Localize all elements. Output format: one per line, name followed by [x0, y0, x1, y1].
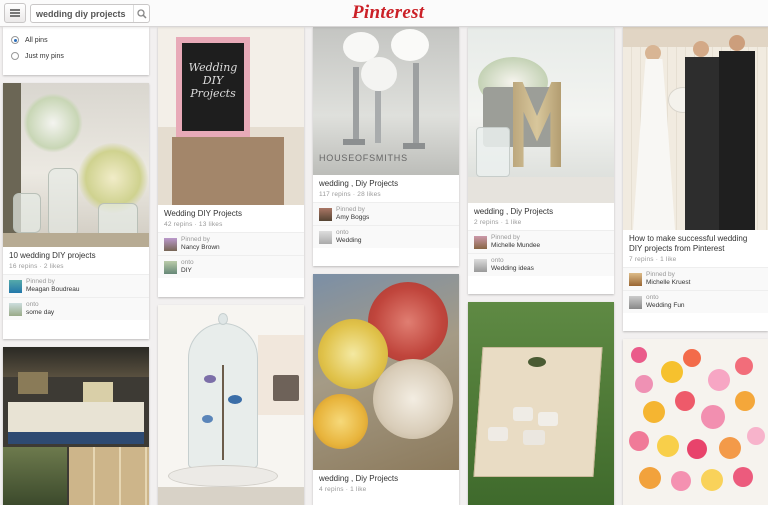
pinned-by[interactable]: Pinned by Michelle Kruest	[623, 267, 768, 290]
board-name[interactable]: some day	[26, 309, 54, 317]
pin-image[interactable]	[158, 305, 304, 505]
pin-caption: wedding , Diy Projects	[474, 207, 554, 216]
board-thumbnail[interactable]	[474, 258, 487, 272]
pin-image[interactable]	[313, 274, 459, 470]
search-input[interactable]: wedding diy projects	[31, 9, 133, 19]
pinner-name[interactable]: Meagan Boudreau	[26, 286, 80, 294]
attr-label: onto	[336, 229, 349, 236]
pin-card[interactable]	[3, 347, 149, 505]
pin-image[interactable]: Wedding DIY Projects	[158, 27, 304, 205]
pin-caption: wedding , Diy Projects	[319, 474, 399, 483]
pinned-onto[interactable]: onto some day	[3, 297, 149, 320]
attr-label: Pinned by	[646, 271, 675, 278]
pin-card[interactable]: wedding , Diy Projects 2 repins · 1 like…	[468, 27, 614, 294]
top-bar: wedding diy projects Pinterest	[0, 0, 768, 27]
attr-label: onto	[646, 294, 659, 301]
pin-stats: 4 repins · 1 like	[319, 486, 367, 493]
chalkboard-sign: Wedding DIY Projects	[176, 37, 250, 137]
attr-label: Pinned by	[26, 278, 55, 285]
chalkboard-text: Wedding DIY Projects	[182, 43, 244, 131]
board-name[interactable]: DIY	[181, 267, 194, 275]
board-name[interactable]: Wedding ideas	[491, 265, 534, 273]
pin-stats: 16 repins · 2 likes	[9, 263, 64, 270]
pinned-onto[interactable]: onto Wedding Fun	[623, 290, 768, 313]
pinterest-logo[interactable]: Pinterest	[352, 2, 424, 24]
attr-label: onto	[181, 259, 194, 266]
filter-label: All pins	[25, 36, 48, 44]
avatar[interactable]	[474, 235, 487, 249]
pin-caption: Wedding DIY Projects	[164, 209, 242, 218]
pin-stats: 2 repins · 1 like	[474, 219, 522, 226]
radio-unselected-icon[interactable]	[11, 52, 19, 60]
search-icon[interactable]	[133, 5, 149, 22]
pin-card[interactable]	[468, 302, 614, 505]
pin-card[interactable]	[623, 339, 768, 505]
filter-panel: All pins Just my pins	[3, 27, 149, 75]
board-name[interactable]: Wedding	[336, 237, 362, 245]
board-name[interactable]: Wedding Fun	[646, 302, 685, 310]
pin-card[interactable]: How to make successful wedding DIY proje…	[623, 27, 768, 331]
avatar[interactable]	[164, 237, 177, 251]
pinned-onto[interactable]: onto Wedding	[313, 225, 459, 248]
pinned-onto[interactable]: onto DIY	[158, 255, 304, 278]
pinned-onto[interactable]: onto Wedding ideas	[468, 253, 614, 276]
pin-card[interactable]: HOUSEOFSMITHS wedding , Diy Projects 117…	[313, 27, 459, 266]
attr-label: onto	[491, 257, 504, 264]
pinned-by[interactable]: Pinned by Amy Boggs	[313, 202, 459, 225]
pin-stats: 117 repins · 28 likes	[319, 191, 381, 198]
attr-label: Pinned by	[336, 206, 365, 213]
watermark-text: HOUSEOFSMITHS	[319, 153, 408, 163]
pin-caption: 10 wedding DIY projects	[9, 251, 96, 260]
pin-card[interactable]: 10 wedding DIY projects 16 repins · 2 li…	[3, 83, 149, 339]
avatar[interactable]	[629, 272, 642, 286]
pin-image[interactable]: HOUSEOFSMITHS	[313, 27, 459, 175]
board-thumbnail[interactable]	[9, 302, 22, 316]
attr-label: Pinned by	[181, 236, 210, 243]
pin-image[interactable]	[623, 339, 768, 505]
pinner-name[interactable]: Nancy Brown	[181, 244, 220, 252]
avatar[interactable]	[319, 207, 332, 221]
pinned-by[interactable]: Pinned by Michelle Mundee	[468, 230, 614, 253]
pin-stats: 42 repins · 13 likes	[164, 221, 223, 228]
pin-image[interactable]	[3, 347, 149, 505]
pin-card[interactable]: wedding , Diy Projects 4 repins · 1 like	[313, 274, 459, 505]
pin-card[interactable]: Wedding DIY Projects Wedding DIY Project…	[158, 27, 304, 297]
pin-image[interactable]	[623, 27, 768, 230]
menu-icon	[10, 9, 20, 17]
pin-caption: How to make successful wedding DIY proje…	[629, 234, 748, 253]
filter-label: Just my pins	[25, 52, 64, 60]
board-thumbnail[interactable]	[629, 295, 642, 309]
pinner-name[interactable]: Michelle Kruest	[646, 279, 690, 287]
pin-image[interactable]	[468, 302, 614, 505]
pinned-by[interactable]: Pinned by Meagan Boudreau	[3, 274, 149, 297]
search-box[interactable]: wedding diy projects	[30, 4, 150, 23]
pinned-by[interactable]: Pinned by Nancy Brown	[158, 232, 304, 255]
menu-button[interactable]	[4, 3, 26, 23]
pin-stats: 7 repins · 1 like	[629, 256, 677, 263]
attr-label: onto	[26, 301, 39, 308]
pin-image[interactable]	[468, 27, 614, 203]
pinner-name[interactable]: Michelle Mundee	[491, 242, 540, 250]
board-thumbnail[interactable]	[319, 230, 332, 244]
pin-caption: wedding , Diy Projects	[319, 179, 399, 188]
pinner-name[interactable]: Amy Boggs	[336, 214, 369, 222]
pin-image[interactable]	[3, 83, 149, 247]
attr-label: Pinned by	[491, 234, 520, 241]
filter-just-my-pins[interactable]: Just my pins	[11, 52, 141, 60]
pin-card[interactable]	[158, 305, 304, 505]
radio-selected-icon[interactable]	[11, 36, 19, 44]
avatar[interactable]	[9, 279, 22, 293]
filter-all-pins[interactable]: All pins	[11, 36, 141, 44]
board-thumbnail[interactable]	[164, 260, 177, 274]
